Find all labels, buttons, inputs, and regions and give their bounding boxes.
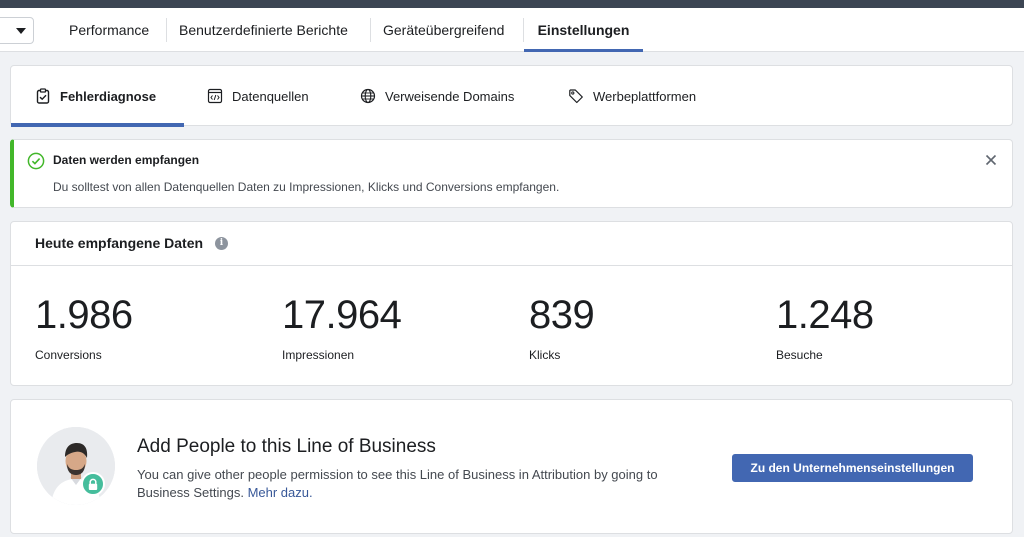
active-tab-indicator bbox=[524, 49, 643, 52]
tab-label: Geräteübergreifend bbox=[383, 22, 505, 38]
stat-label: Besuche bbox=[776, 348, 823, 362]
subtab-werbeplattformen[interactable]: Werbeplattformen bbox=[568, 66, 696, 126]
tab-cross-device[interactable]: Geräteübergreifend bbox=[383, 8, 504, 52]
tab-divider bbox=[370, 18, 371, 42]
close-icon[interactable] bbox=[984, 153, 998, 167]
tab-label: Performance bbox=[69, 22, 150, 38]
status-alert: Daten werden empfangen Du solltest von a… bbox=[10, 139, 1013, 208]
subtab-label: Fehlerdiagnose bbox=[60, 88, 157, 104]
active-subtab-indicator bbox=[11, 123, 184, 127]
caret-down-icon bbox=[16, 27, 26, 34]
business-settings-button[interactable]: Zu den Unternehmenseinstellungen bbox=[732, 454, 973, 482]
stat-visits: 1.248 Besuche bbox=[776, 292, 874, 362]
subtab-label: Datenquellen bbox=[232, 88, 309, 104]
tab-label: Benutzerdefinierte Berichte bbox=[179, 22, 348, 38]
received-data-panel: Heute empfangene Daten i 1.986 Conversio… bbox=[10, 221, 1013, 386]
description-text: You can give other people permission to … bbox=[137, 467, 658, 500]
stat-impressions: 17.964 Impressionen bbox=[282, 292, 402, 362]
stat-value: 839 bbox=[529, 293, 595, 337]
panel-title: Heute empfangene Daten bbox=[35, 235, 204, 251]
tag-icon bbox=[569, 89, 583, 104]
stat-clicks: 839 Klicks bbox=[529, 292, 595, 362]
info-icon[interactable]: i bbox=[215, 237, 228, 250]
settings-subtabs: Fehlerdiagnose Datenquellen Verweisende … bbox=[10, 65, 1013, 127]
subtab-fehlerdiagnose[interactable]: Fehlerdiagnose bbox=[35, 66, 156, 126]
stat-conversions: 1.986 Conversions bbox=[35, 292, 133, 362]
card-description: You can give other people permission to … bbox=[137, 466, 707, 502]
tab-divider bbox=[166, 18, 167, 42]
card-title: Add People to this Line of Business bbox=[137, 436, 436, 457]
code-file-icon bbox=[207, 88, 223, 104]
clipboard-check-icon bbox=[36, 88, 50, 104]
stat-value: 17.964 bbox=[282, 293, 402, 337]
alert-title: Daten werden empfangen bbox=[53, 153, 200, 167]
subtab-label: Verweisende Domains bbox=[385, 88, 515, 104]
subtab-label: Werbeplattformen bbox=[593, 88, 697, 104]
learn-more-link[interactable]: Mehr dazu. bbox=[248, 485, 313, 500]
panel-header: Heute empfangene Daten i bbox=[11, 222, 1012, 266]
stat-label: Klicks bbox=[529, 348, 561, 362]
subtab-datenquellen[interactable]: Datenquellen bbox=[207, 66, 309, 126]
tab-label: Einstellungen bbox=[537, 22, 630, 38]
lock-icon bbox=[81, 472, 105, 496]
check-circle-icon bbox=[27, 152, 45, 170]
account-dropdown[interactable] bbox=[0, 17, 34, 44]
add-people-card: Add People to this Line of Business You … bbox=[10, 399, 1013, 534]
tab-custom-reports[interactable]: Benutzerdefinierte Berichte bbox=[179, 8, 348, 52]
top-strip bbox=[0, 0, 1024, 8]
stat-value: 1.986 bbox=[35, 293, 133, 337]
globe-icon bbox=[360, 88, 376, 104]
top-navigation: Performance Benutzerdefinierte Berichte … bbox=[0, 8, 1024, 52]
alert-message: Du solltest von allen Datenquellen Daten… bbox=[53, 180, 560, 194]
tab-settings[interactable]: Einstellungen bbox=[524, 8, 643, 52]
stat-value: 1.248 bbox=[776, 293, 874, 337]
stat-label: Conversions bbox=[35, 348, 102, 362]
subtab-verweisende-domains[interactable]: Verweisende Domains bbox=[360, 66, 514, 126]
stat-label: Impressionen bbox=[282, 348, 355, 362]
tab-performance[interactable]: Performance bbox=[69, 8, 149, 52]
person-avatar-icon bbox=[37, 427, 115, 505]
